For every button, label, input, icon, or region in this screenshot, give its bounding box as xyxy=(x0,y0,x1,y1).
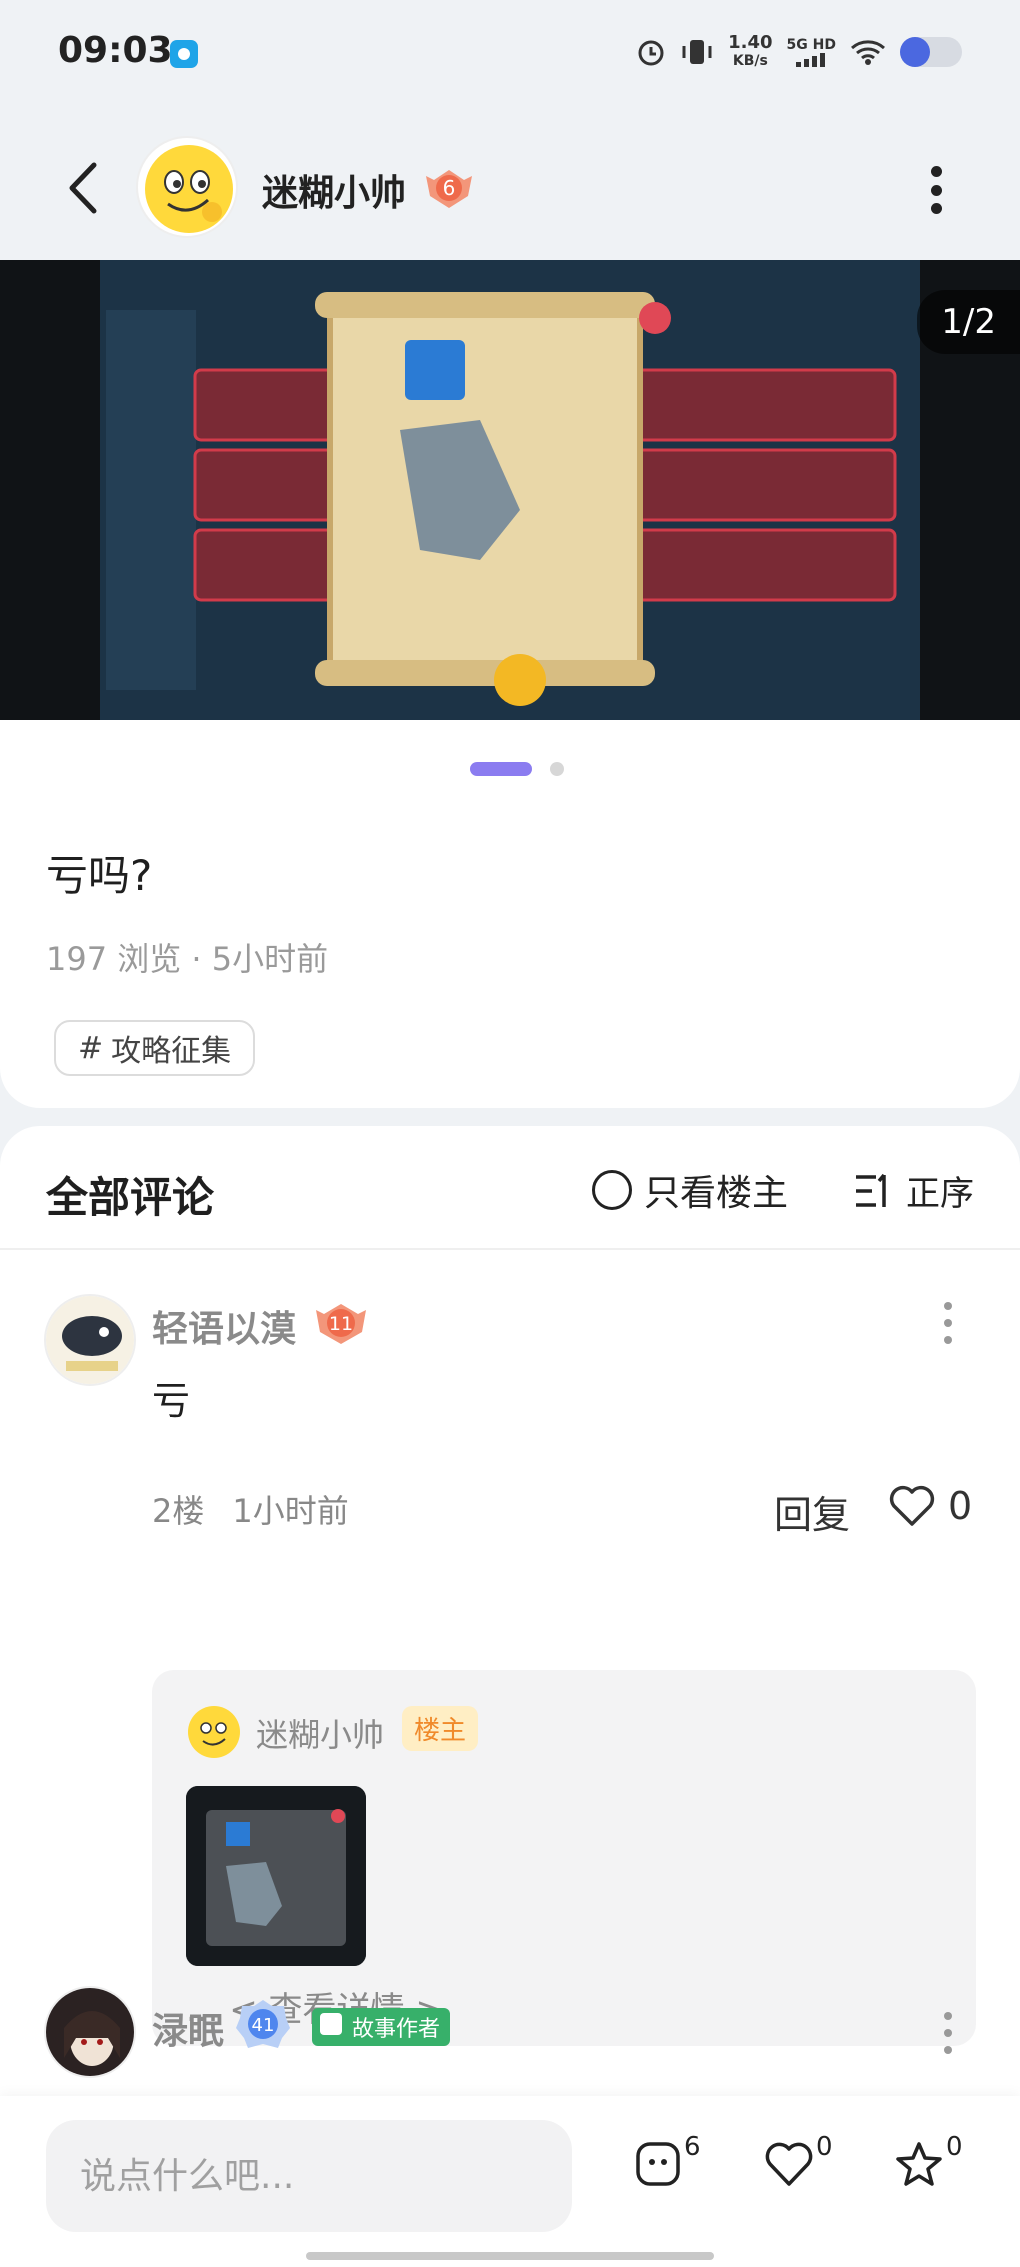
network-speed: 1.40 KB/s xyxy=(728,34,772,70)
cellular-signal: 5G HD xyxy=(787,37,836,67)
favorite-action-button[interactable]: 0 xyxy=(894,2132,963,2188)
like-button[interactable]: 0 xyxy=(888,1484,972,1528)
reply-button[interactable]: 回复 xyxy=(774,1484,850,1539)
dot-icon xyxy=(930,166,942,177)
status-bar: 09:03 1.40 KB/s 5G HD xyxy=(0,0,1020,110)
level-badge-icon: 11 xyxy=(316,1304,366,1344)
comment-more-button[interactable] xyxy=(940,2012,956,2054)
home-indicator[interactable] xyxy=(306,2252,714,2260)
carousel-counter: 1/2 xyxy=(917,290,1020,354)
game-screenshot-thumbnail xyxy=(186,1786,366,1966)
only-op-toggle[interactable]: 只看楼主 xyxy=(592,1164,788,1216)
post-title: 亏吗? xyxy=(46,851,153,900)
post-content: 亏吗? 197 浏览 · 5小时前 # 攻略征集 xyxy=(0,720,1020,1108)
comment-bubble-icon xyxy=(636,2142,680,2186)
level-badge-icon: 41 xyxy=(236,2000,290,2048)
author-level: 6 xyxy=(443,176,456,200)
comment-more-button[interactable] xyxy=(940,1302,956,1344)
pufferfish-avatar-icon xyxy=(46,1296,134,1384)
alarm-icon xyxy=(638,40,664,66)
author-avatar[interactable] xyxy=(136,136,238,238)
dot-icon xyxy=(930,203,942,214)
heart-icon xyxy=(889,1485,935,1526)
sort-icon xyxy=(856,1173,886,1207)
sort-button[interactable]: 正序 xyxy=(854,1166,974,1215)
topic-tag-label: 攻略征集 xyxy=(111,1034,232,1069)
post-meta: 197 浏览 · 5小时前 xyxy=(46,940,329,978)
anime-girl-avatar-icon xyxy=(46,1988,134,2076)
role-badge: 故事作者 xyxy=(312,2008,451,2046)
network-label: 5G HD xyxy=(786,37,836,53)
reply-author-name[interactable]: 迷糊小帅 xyxy=(256,1710,384,1756)
more-options-button[interactable] xyxy=(918,162,954,218)
commenter-avatar[interactable] xyxy=(44,1986,136,2078)
comment-item: 渌眠 41 故事作者 xyxy=(0,1986,1020,2096)
back-button[interactable] xyxy=(58,158,108,218)
commenter-level: 11 xyxy=(329,1313,353,1335)
hash-icon: # xyxy=(78,1030,104,1066)
chevron-left-icon xyxy=(69,162,97,214)
like-action-button[interactable]: 0 xyxy=(764,2132,833,2188)
vibrate-icon xyxy=(682,40,712,64)
heart-icon xyxy=(765,2142,813,2186)
reply-avatar[interactable] xyxy=(186,1704,242,1760)
comment-text: 亏 xyxy=(152,1379,191,1423)
commenter-level: 41 xyxy=(252,2015,275,2036)
comment-floor: 2楼 xyxy=(152,1492,205,1530)
comments-title: 全部评论 xyxy=(46,1173,215,1222)
app-notification-icon xyxy=(170,40,198,68)
radio-circle-icon xyxy=(592,1170,632,1210)
smiley-avatar-icon xyxy=(188,1706,240,1758)
comments-section: 全部评论 只看楼主 正序 轻语以漠 11 亏 2楼 1小时前 回复 0 迷糊小帅… xyxy=(0,1126,1020,2096)
indicator-dot[interactable] xyxy=(550,762,564,776)
image-carousel[interactable]: 1/2 xyxy=(0,260,1020,720)
comment-meta: 2楼 1小时前 xyxy=(152,1486,349,1532)
star-icon xyxy=(896,2142,942,2186)
comment-input[interactable] xyxy=(46,2120,572,2232)
commenter-name[interactable]: 渌眠 xyxy=(152,2002,224,2054)
speed-value: 1.40 xyxy=(728,32,773,53)
battery-toggle-icon xyxy=(900,37,962,67)
like-count: 0 xyxy=(816,2132,833,2162)
comment-time: 1小时前 xyxy=(232,1492,349,1530)
comment-item: 轻语以漠 11 亏 2楼 1小时前 回复 0 迷糊小帅 楼主 ... xyxy=(0,1250,1020,2046)
comments-action-button[interactable]: 6 xyxy=(634,2132,701,2188)
status-icons: 1.40 KB/s 5G HD xyxy=(636,34,962,70)
smiley-avatar-icon xyxy=(145,145,233,233)
wifi-icon xyxy=(851,40,885,65)
commenter-avatar[interactable] xyxy=(44,1294,136,1386)
only-op-label: 只看楼主 xyxy=(644,1173,789,1214)
op-badge: 楼主 xyxy=(402,1706,479,1751)
level-badge-icon: 6 xyxy=(426,170,472,208)
commenter-name[interactable]: 轻语以漠 xyxy=(152,1300,296,1352)
comments-header: 全部评论 只看楼主 正序 xyxy=(0,1126,1020,1250)
favorite-count: 0 xyxy=(946,2132,963,2162)
sort-label: 正序 xyxy=(906,1174,974,1214)
reply-image-thumbnail[interactable] xyxy=(186,1786,366,1966)
author-name[interactable]: 迷糊小帅 xyxy=(262,164,406,216)
signal-icon xyxy=(796,53,826,67)
like-count: 0 xyxy=(948,1484,973,1528)
topic-tag[interactable]: # 攻略征集 xyxy=(54,1020,256,1076)
carousel-indicator xyxy=(470,762,564,776)
indicator-dot-active[interactable] xyxy=(470,762,532,776)
post-header: 迷糊小帅 6 xyxy=(0,110,1020,260)
dot-icon xyxy=(930,184,942,196)
game-screenshot-image[interactable] xyxy=(100,260,920,720)
comment-count: 6 xyxy=(684,2132,701,2162)
bottom-action-bar: 6 0 0 xyxy=(0,2096,1020,2267)
status-time: 09:03 xyxy=(58,30,173,71)
speed-unit: KB/s xyxy=(732,53,768,69)
